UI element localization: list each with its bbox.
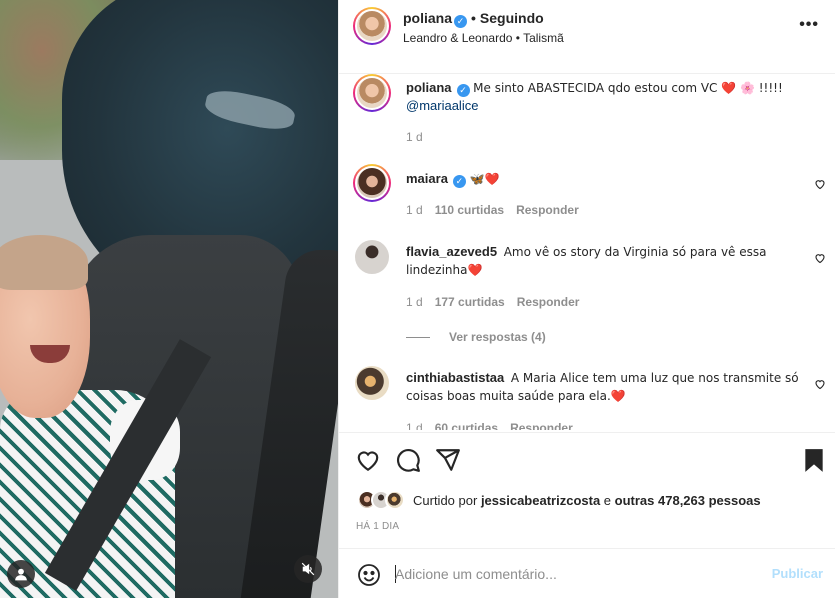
post-header: poliana ✓ • Seguindo Leandro & Leonardo • T… xyxy=(339,0,835,74)
comment-avatar[interactable] xyxy=(355,366,389,400)
likes-summary: Curtido por jessicabeatrizcosta e outras… xyxy=(357,489,761,511)
comment-like-heart-icon[interactable] xyxy=(814,178,826,190)
author-name-row: poliana ✓ • Seguindo xyxy=(403,10,544,28)
likes-others-link[interactable]: outras 478,263 pessoas xyxy=(615,493,761,508)
comment-likes[interactable]: 177 curtidas xyxy=(435,295,505,309)
post-sidebar: poliana ✓ • Seguindo Leandro & Leonardo • T… xyxy=(338,0,835,598)
verified-badge-icon: ✓ xyxy=(456,84,470,97)
comment-meta: 1 d 60 curtidas Responder xyxy=(406,421,585,430)
caption-time[interactable]: 1 d xyxy=(406,130,423,144)
comment-username[interactable]: maiara xyxy=(406,171,448,186)
caption-username[interactable]: poliana xyxy=(406,80,452,95)
reply-button[interactable]: Responder xyxy=(517,295,580,309)
likes-text: Curtido por jessicabeatrizcosta e outras… xyxy=(413,493,761,508)
comment-like-heart-icon[interactable] xyxy=(814,252,826,264)
heart-icon[interactable] xyxy=(355,447,381,473)
following-button[interactable]: Seguindo xyxy=(480,10,544,26)
comment-meta: 1 d 110 curtidas Responder xyxy=(406,203,591,217)
comment-like-heart-icon[interactable] xyxy=(814,378,826,390)
comments-list: poliana ✓ Me sinto ABASTECIDA qdo estou c… xyxy=(339,74,835,430)
comment-username[interactable]: cinthiabastistaa xyxy=(406,370,504,385)
caption-mention[interactable]: @mariaalice xyxy=(406,98,478,113)
comment-meta: 1 d 177 curtidas Responder xyxy=(406,295,591,309)
audio-track[interactable]: Leandro & Leonardo • Talismã xyxy=(403,31,564,45)
post-media[interactable] xyxy=(0,0,338,598)
comment-likes[interactable]: 110 curtidas xyxy=(435,203,504,217)
caption-avatar[interactable] xyxy=(353,74,391,112)
verified-badge-icon: ✓ xyxy=(452,175,466,188)
bookmark-icon[interactable] xyxy=(801,447,827,473)
baby-hair xyxy=(0,235,88,290)
verified-badge-icon: ✓ xyxy=(454,15,468,28)
mute-button[interactable] xyxy=(294,555,322,583)
share-icon[interactable] xyxy=(435,447,461,473)
comment-avatar[interactable] xyxy=(353,164,391,202)
comment-likes[interactable]: 60 curtidas xyxy=(435,421,498,430)
comment-text-block: maiara ✓ 🦋❤️ xyxy=(406,170,800,188)
liker-avatar[interactable] xyxy=(385,490,405,510)
comment-text-block: cinthiabastistaa A Maria Alice tem uma l… xyxy=(406,369,800,405)
comment-text: 🦋❤️ xyxy=(469,172,500,186)
author-avatar[interactable] xyxy=(353,7,391,45)
replies-divider xyxy=(406,337,430,338)
likes-connector: e xyxy=(603,492,612,508)
reply-button[interactable]: Responder xyxy=(510,421,573,430)
caption-meta: 1 d xyxy=(406,130,435,144)
likes-prefix: Curtido por xyxy=(413,492,478,508)
post-timestamp[interactable]: HÁ 1 DIA xyxy=(356,521,399,532)
comment-composer: Publicar xyxy=(339,548,835,598)
comment-avatar[interactable] xyxy=(355,240,389,274)
comment-time[interactable]: 1 d xyxy=(406,203,423,217)
comment-username[interactable]: flavia_azeved5 xyxy=(406,244,497,259)
emoji-icon[interactable] xyxy=(357,563,381,587)
caption-text: Me sinto ABASTECIDA qdo estou com VC ❤️ … xyxy=(473,81,783,95)
user-icon xyxy=(15,568,27,581)
view-replies-button[interactable]: Ver respostas (4) xyxy=(449,330,546,344)
comment-time[interactable]: 1 d xyxy=(406,421,423,430)
comment-text-block: flavia_azeved5 Amo vê os story da Virgin… xyxy=(406,243,800,279)
liker-username[interactable]: jessicabeatrizcosta xyxy=(481,493,600,508)
comment-time[interactable]: 1 d xyxy=(406,295,423,309)
caption-text-block: poliana ✓ Me sinto ABASTECIDA qdo estou c… xyxy=(406,79,800,115)
speaker-muted-icon xyxy=(301,562,315,576)
post-actions: Curtido por jessicabeatrizcosta e outras… xyxy=(339,432,835,548)
reply-button[interactable]: Responder xyxy=(516,203,579,217)
author-username[interactable]: poliana xyxy=(403,10,452,26)
publish-button[interactable]: Publicar xyxy=(772,566,823,581)
more-options-icon[interactable]: ••• xyxy=(799,16,819,34)
comment-icon[interactable] xyxy=(395,447,421,473)
tagged-users-button[interactable] xyxy=(7,560,35,588)
comment-input[interactable] xyxy=(395,561,755,587)
